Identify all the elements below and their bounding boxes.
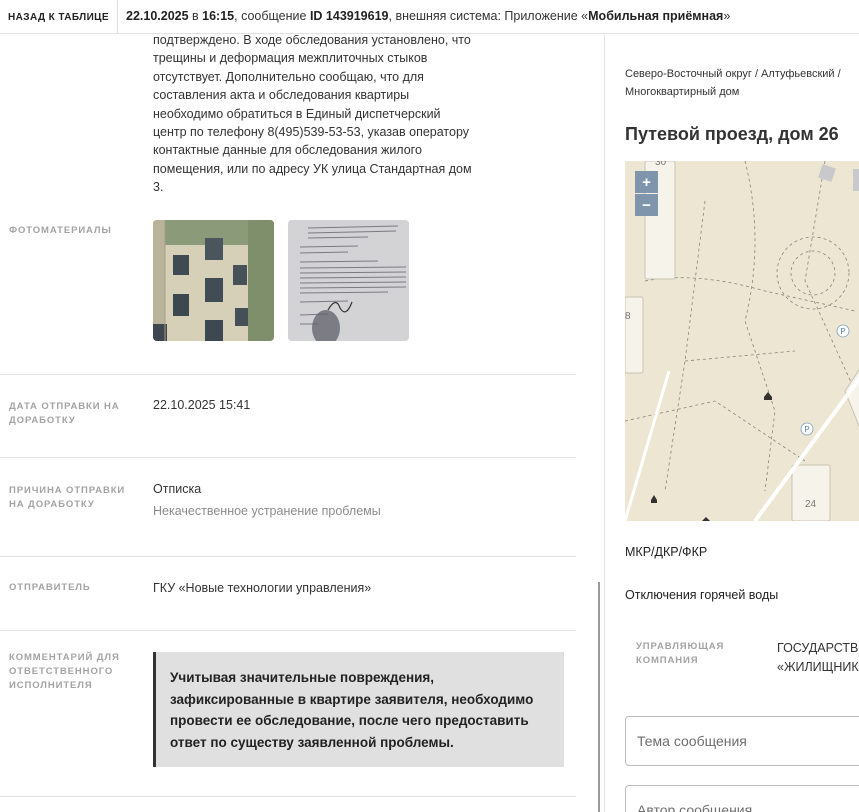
sender-label: ОТПРАВИТЕЛЬ (9, 582, 91, 593)
reason-row: ПРИЧИНА ОТПРАВКИ НА ДОРАБОТКУ Отписка Не… (0, 458, 576, 557)
message-details-panel: подтверждено. В ходе обследования устано… (0, 35, 576, 812)
management-company-value: ГОСУДАРСТВЕ «ЖИЛИЩНИК (777, 641, 859, 674)
map[interactable]: P P 30 8 24 + − (625, 161, 859, 521)
photos-row: ФОТОМАТЕРИАЛЫ (0, 35, 576, 375)
sent-date-label: ДАТА ОТПРАВКИ НА ДОРАБОТКУ (9, 401, 120, 426)
photos-label: ФОТОМАТЕРИАЛЫ (9, 225, 112, 236)
house-title: Путевой проезд, дом 26 (625, 124, 839, 144)
zoom-out-button[interactable]: − (635, 194, 658, 216)
document-photo-image (288, 220, 409, 341)
photo-document-thumbnail[interactable] (288, 220, 409, 341)
reason-label: ПРИЧИНА ОТПРАВКИ НА ДОРАБОТКУ (9, 485, 126, 510)
sent-date-row: ДАТА ОТПРАВКИ НА ДОРАБОТКУ 22.10.2025 15… (0, 375, 576, 458)
photo-building-thumbnail[interactable] (153, 220, 274, 341)
message-time: 16:15 (202, 9, 235, 23)
message-date: 22.10.2025 (126, 9, 189, 23)
address-line-district: Северо-Восточный округ / Алтуфьевский / (625, 68, 841, 80)
address-breadcrumb: Северо-Восточный округ / Алтуфьевский / … (625, 65, 859, 101)
external-system-name: Мобильная приёмная (588, 9, 724, 23)
back-to-table-button[interactable]: НАЗАД К ТАБЛИЦЕ (0, 0, 118, 34)
map-canvas: P P 30 8 24 (625, 161, 859, 521)
map-label-8: 8 (625, 311, 631, 322)
sender-row: ОТПРАВИТЕЛЬ ГКУ «Новые технологии управл… (0, 557, 576, 631)
message-id: ID 143919619 (309, 9, 389, 23)
sender-value: ГКУ «Новые технологии управления» (153, 581, 372, 595)
map-label-24: 24 (805, 499, 817, 510)
map-label-30: 30 (655, 161, 667, 168)
reason-value: Отписка (153, 482, 202, 496)
house-info-panel: Северо-Восточный округ / Алтуфьевский / … (604, 35, 859, 812)
scrollbar[interactable] (598, 582, 600, 812)
message-header: 22.10.2025 в 16:15, сообщение ID 1439196… (126, 9, 731, 23)
hot-water-outage-link[interactable]: Отключения горячей воды (625, 588, 778, 602)
parking-icon-2: P (804, 425, 809, 434)
message-author-field[interactable] (625, 785, 859, 812)
message-subject-field[interactable] (625, 716, 859, 766)
comment-text: Учитывая значительные повреждения, зафик… (153, 652, 564, 767)
parking-icon-1: P (840, 327, 845, 336)
message-subject-input[interactable] (626, 717, 859, 765)
address-line-type: Многоквартирный дом (625, 86, 740, 98)
zoom-in-button[interactable]: + (635, 171, 658, 193)
sent-date-value: 22.10.2025 15:41 (153, 398, 251, 412)
management-company-label: УПРАВЛЯЮЩАЯ КОМПАНИЯ (636, 641, 725, 666)
reason-detail: Некачественное устранение проблемы (153, 504, 381, 518)
mkr-link[interactable]: МКР/ДКР/ФКР (625, 545, 707, 559)
comment-label: КОММЕНТАРИЙ ДЛЯ ОТВЕТСТВЕННОГО ИСПОЛНИТЕ… (9, 652, 120, 691)
top-bar: НАЗАД К ТАБЛИЦЕ 22.10.2025 в 16:15, сооб… (0, 0, 859, 34)
message-author-input[interactable] (626, 786, 859, 812)
building-photo-image (153, 220, 274, 341)
